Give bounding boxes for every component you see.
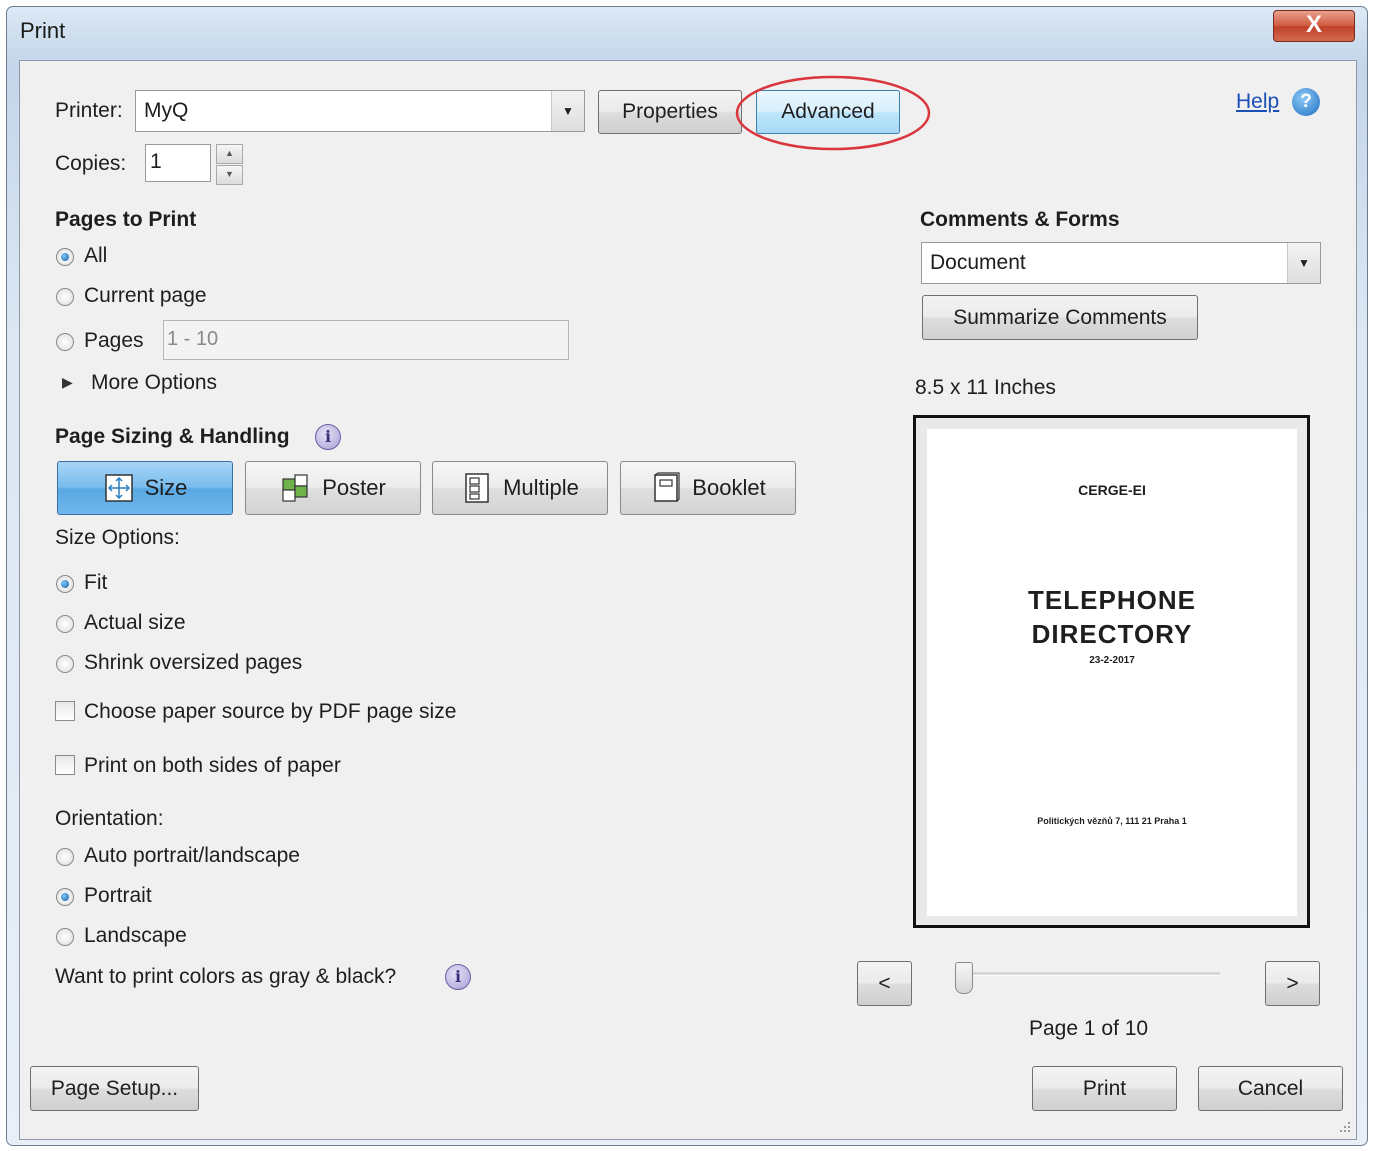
properties-button[interactable]: Properties <box>598 90 742 134</box>
summarize-comments-button[interactable]: Summarize Comments <box>922 295 1198 340</box>
expand-triangle-icon[interactable]: ▶ <box>62 374 73 391</box>
info-icon[interactable]: i <box>315 424 341 450</box>
auto-orientation-radio[interactable] <box>56 848 74 866</box>
pages-range-radio[interactable] <box>56 333 74 351</box>
paper-size-label: 8.5 x 11 Inches <box>915 376 1056 399</box>
printer-label: Printer: <box>55 99 123 122</box>
pages-range-input[interactable]: 1 - 10 <box>163 320 569 360</box>
tab-size-label: Size <box>144 475 188 500</box>
doc-header: CERGE-EI <box>1078 482 1146 498</box>
chevron-down-icon: ▼ <box>551 91 584 131</box>
pages-to-print-heading: Pages to Print <box>55 208 197 231</box>
print-button[interactable]: Print <box>1032 1066 1177 1111</box>
both-sides-checkbox[interactable] <box>55 755 75 775</box>
portrait-radio[interactable] <box>56 888 74 906</box>
page-slider-track[interactable] <box>964 972 1220 976</box>
tab-poster[interactable]: Poster <box>245 461 421 515</box>
page-sizing-heading: Page Sizing & Handling <box>55 425 290 448</box>
print-preview: CERGE-EI TELEPHONE DIRECTORY 23-2-2017 P… <box>913 415 1310 928</box>
doc-title-line1: TELEPHONE <box>1028 585 1196 615</box>
resize-grip-icon[interactable] <box>1336 1120 1352 1136</box>
actual-size-radio[interactable] <box>56 615 74 633</box>
chevron-down-icon: ▼ <box>1287 243 1320 283</box>
orientation-label: Orientation: <box>55 807 164 830</box>
actual-size-label: Actual size <box>84 611 186 634</box>
next-page-button[interactable]: > <box>1265 961 1320 1006</box>
tab-multiple[interactable]: Multiple <box>432 461 608 515</box>
tab-poster-label: Poster <box>322 475 386 500</box>
page-indicator: Page 1 of 10 <box>1029 1017 1149 1040</box>
fit-radio[interactable] <box>56 575 74 593</box>
comments-forms-heading: Comments & Forms <box>920 208 1120 231</box>
booklet-icon <box>654 472 680 502</box>
current-page-radio[interactable] <box>56 288 74 306</box>
paper-source-checkbox[interactable] <box>55 701 75 721</box>
pages-range-label: Pages <box>84 329 144 352</box>
doc-title-line2: DIRECTORY <box>1031 619 1193 649</box>
copies-label: Copies: <box>55 152 127 175</box>
preview-page: CERGE-EI TELEPHONE DIRECTORY 23-2-2017 P… <box>927 429 1297 916</box>
close-button[interactable]: X <box>1273 10 1355 42</box>
page-setup-button[interactable]: Page Setup... <box>30 1066 199 1111</box>
doc-address: Politických vězňů 7, 111 21 Praha 1 <box>1037 816 1187 826</box>
printer-select[interactable]: MyQ ▼ <box>135 90 585 132</box>
prev-page-button[interactable]: < <box>857 961 912 1006</box>
poster-icon <box>282 474 308 502</box>
size-options-label: Size Options: <box>55 526 180 549</box>
auto-orientation-label: Auto portrait/landscape <box>84 844 300 867</box>
gray-info-icon[interactable]: i <box>445 964 471 990</box>
paper-source-label: Choose paper source by PDF page size <box>84 700 457 723</box>
landscape-label: Landscape <box>84 924 187 947</box>
help-link[interactable]: Help <box>1236 90 1279 114</box>
landscape-radio[interactable] <box>56 928 74 946</box>
copies-input[interactable]: 1 <box>145 144 211 182</box>
printer-value: MyQ <box>144 99 189 122</box>
current-page-label: Current page <box>84 284 207 307</box>
all-pages-radio[interactable] <box>56 248 74 266</box>
stepper-down-icon[interactable]: ▼ <box>216 165 243 185</box>
all-pages-label: All <box>84 244 108 267</box>
comments-forms-value: Document <box>930 251 1026 274</box>
stepper-up-icon[interactable]: ▲ <box>216 144 243 164</box>
page-slider-thumb[interactable] <box>955 962 973 994</box>
shrink-oversized-radio[interactable] <box>56 655 74 673</box>
comments-forms-select[interactable]: Document ▼ <box>921 242 1321 284</box>
copies-stepper[interactable]: ▲ ▼ <box>216 144 243 185</box>
window-title: Print <box>20 18 66 43</box>
more-options-toggle[interactable]: More Options <box>91 371 217 395</box>
annotation-circle <box>735 75 931 151</box>
multiple-icon <box>465 473 489 503</box>
doc-date: 23-2-2017 <box>1089 655 1135 666</box>
help-icon[interactable]: ? <box>1292 88 1320 116</box>
size-icon <box>104 474 133 502</box>
tab-size[interactable]: Size <box>57 461 233 515</box>
tab-booklet[interactable]: Booklet <box>620 461 796 515</box>
shrink-oversized-label: Shrink oversized pages <box>84 651 303 674</box>
fit-label: Fit <box>84 571 108 594</box>
tab-booklet-label: Booklet <box>692 475 766 500</box>
portrait-label: Portrait <box>84 884 152 907</box>
cancel-button[interactable]: Cancel <box>1198 1066 1343 1111</box>
gray-black-label: Want to print colors as gray & black? <box>55 965 397 988</box>
tab-multiple-label: Multiple <box>503 475 579 500</box>
both-sides-label: Print on both sides of paper <box>84 754 341 777</box>
